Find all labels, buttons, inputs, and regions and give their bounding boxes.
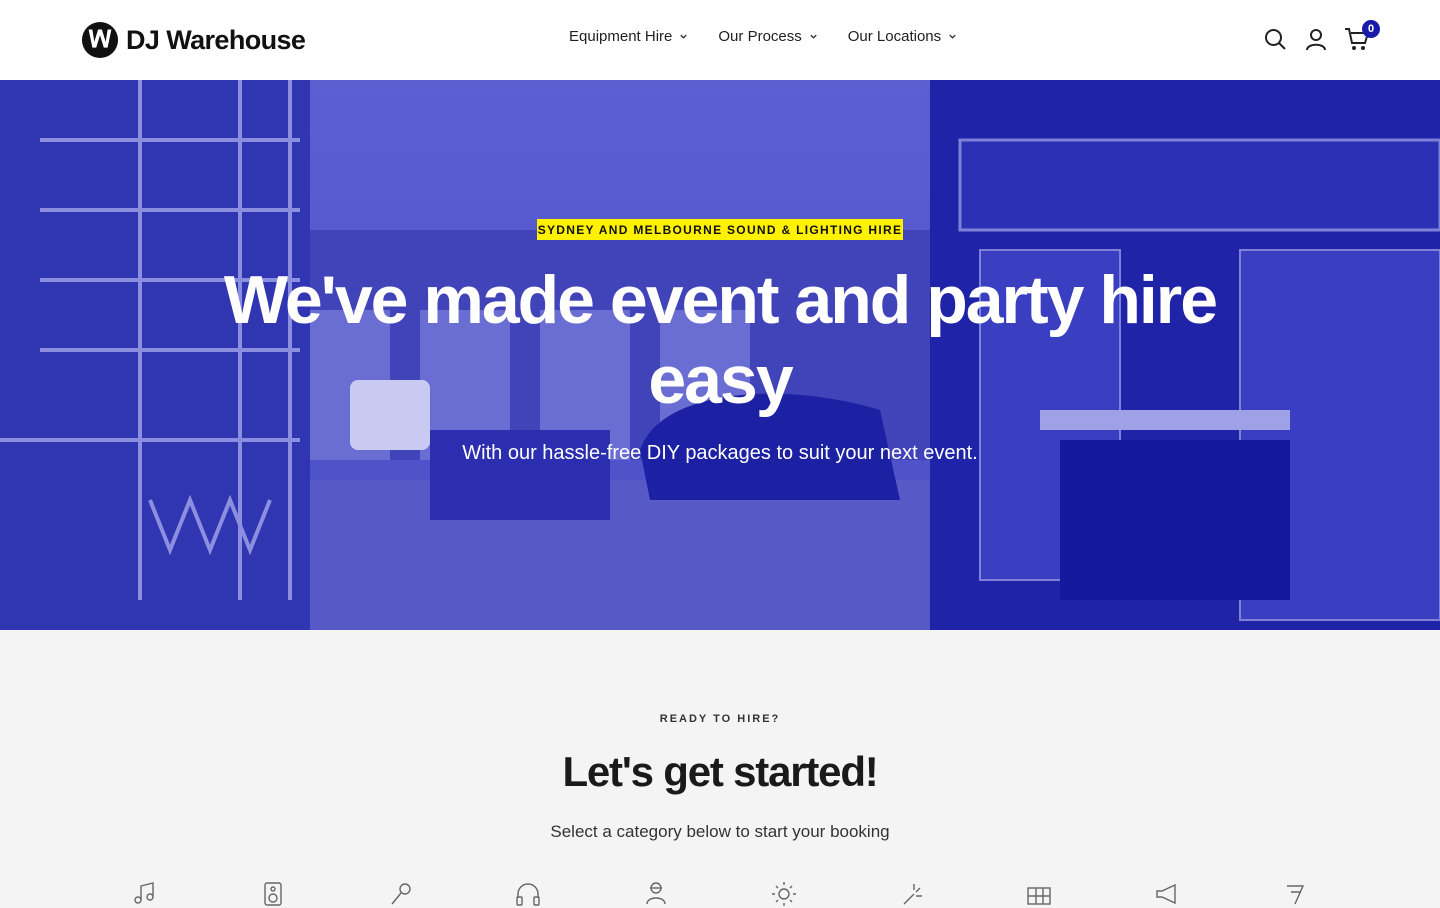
nav-label: Equipment Hire (569, 28, 673, 45)
nav-our-process[interactable]: Our Process (718, 28, 817, 45)
headphones-icon (516, 883, 540, 906)
account-button[interactable] (1303, 26, 1329, 52)
nav-our-locations[interactable]: Our Locations (848, 28, 957, 45)
section-title: Let's get started! (562, 748, 878, 795)
megaphone-icon (1156, 883, 1176, 905)
category-staging[interactable] (1014, 880, 1064, 908)
category-lighting[interactable] (759, 880, 809, 908)
category-accessories[interactable] (1270, 880, 1320, 908)
hero-eyebrow: SYDNEY AND MELBOURNE SOUND & LIGHTING HI… (537, 219, 903, 240)
hero-title: We've made event and party hire easy (223, 262, 1218, 418)
nav-label: Our Process (718, 28, 802, 45)
section-kicker: READY TO HIRE? (659, 713, 781, 725)
effects-icon (903, 884, 922, 905)
hero-content: SYDNEY AND MELBOURNE SOUND & LIGHTING HI… (0, 80, 1440, 630)
light-icon (771, 882, 796, 906)
logo-mark-icon (81, 21, 119, 59)
cable-icon (1286, 885, 1304, 905)
hero-subtitle: With our hassle-free DIY packages to sui… (462, 442, 978, 464)
staging-icon (1027, 887, 1052, 905)
hero-banner: SYDNEY AND MELBOURNE SOUND & LIGHTING HI… (0, 80, 1440, 630)
category-effects[interactable] (887, 880, 937, 908)
nav-label: Our Locations (847, 28, 942, 45)
search-icon (1265, 29, 1286, 50)
category-headphones[interactable] (503, 880, 553, 908)
category-dj[interactable] (631, 880, 681, 908)
logo[interactable]: DJ Warehouse (81, 21, 306, 59)
category-music[interactable] (120, 880, 170, 908)
speaker-icon (264, 882, 282, 906)
cart-count-badge: 0 (1362, 20, 1380, 38)
search-button[interactable] (1262, 26, 1288, 52)
category-speakers[interactable] (248, 880, 298, 908)
category-list (120, 880, 1320, 908)
cart-button[interactable]: 0 (1344, 20, 1380, 52)
microphone-icon (390, 883, 411, 905)
header-actions: 0 (1262, 20, 1380, 52)
dj-icon (646, 882, 666, 905)
main-nav: Equipment Hire Our Process Our Locations (569, 28, 957, 45)
account-icon (1306, 29, 1326, 51)
chevron-down-icon (680, 34, 688, 39)
site-header: DJ Warehouse Equipment Hire Our Process … (0, 0, 1440, 80)
get-started-section: READY TO HIRE? Let's get started! Select… (0, 630, 1440, 906)
nav-equipment-hire[interactable]: Equipment Hire (569, 28, 688, 45)
chevron-down-icon (949, 34, 956, 39)
section-subtitle: Select a category below to start your bo… (550, 822, 890, 841)
music-note-icon (134, 882, 154, 904)
category-microphones[interactable] (376, 880, 426, 908)
chevron-down-icon (810, 34, 817, 39)
category-pa[interactable] (1142, 880, 1192, 908)
logo-text: DJ Warehouse (126, 24, 306, 55)
